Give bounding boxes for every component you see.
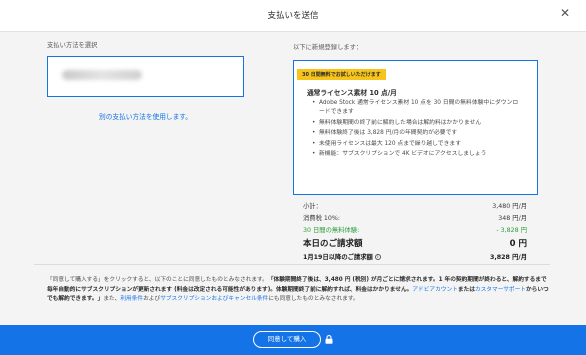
plan-feature: Adobe Stock 通常ライセンス素材 10 点を 30 日間の無料体験中に…: [312, 99, 522, 117]
payment-section-label: 支払い方法を選択: [47, 42, 98, 49]
plan-card[interactable]: 30 日間無料でお試しいただけます 通常ライセンス素材 10 点/月 Adobe…: [293, 60, 538, 195]
footer-bar: 同意して購入: [0, 325, 586, 355]
tax-label: 消費税 10%:: [303, 215, 341, 222]
customer-support-link[interactable]: カスタマーサポート: [475, 287, 526, 293]
terms-text-and: および: [143, 296, 161, 302]
future-label: 1月19日以降のご請求額: [303, 254, 373, 261]
saved-payment-method[interactable]: [47, 56, 244, 97]
tax-row: 消費税 10%: 348 円/月: [303, 213, 527, 224]
trial-label: 30 日間の無料体験:: [303, 227, 360, 234]
plan-feature: 無料体験期間の終了前に解約した場合は解約料はかかりません: [312, 119, 522, 128]
plan-feature: 未使用ライセンスは最大 120 点まで繰り越しできます: [312, 140, 522, 149]
plan-feature: 新機能：サブスクリプションで 4K ビデオにアクセスしましょう: [312, 150, 522, 159]
tax-value: 348 円/月: [498, 215, 527, 222]
dialog-header: 支払いを送信 ✕: [0, 0, 586, 32]
future-total-row: 1月19日以降のご請求額 i 3,828 円/月: [303, 252, 527, 263]
subscription-terms-link[interactable]: サブスクリプションおよびキャンセル条件: [160, 296, 268, 302]
lock-icon: [325, 335, 333, 344]
today-value: 0 円: [509, 239, 527, 249]
masked-card-info: [62, 70, 142, 80]
terms-text: 「同意して購入する」をクリックすると、以下のことに同意したものとみなされます。「…: [47, 276, 552, 305]
agree-and-purchase-button[interactable]: 同意して購入: [253, 331, 321, 348]
close-icon[interactable]: ✕: [560, 7, 570, 19]
trial-discount-row: 30 日間の無料体験: - 3,828 円: [303, 225, 527, 236]
terms-of-use-link[interactable]: 利用条件: [120, 296, 143, 302]
plan-name: 通常ライセンス素材 10 点/月: [307, 89, 397, 97]
future-value: 3,828 円/月: [489, 254, 527, 261]
today-label: 本日のご請求額: [303, 239, 363, 249]
terms-text-or: または: [457, 286, 475, 293]
plan-feature: 無料体験終了後は 3,828 円/月の年間契約が必要です: [312, 129, 522, 138]
adobe-account-link[interactable]: アドビアカウント: [412, 287, 458, 293]
divider: [34, 264, 550, 265]
dialog-title: 支払いを送信: [267, 11, 319, 21]
subtotal-row: 小計： 3,480 円/月: [303, 201, 527, 212]
terms-text-end: にも同意したものとみなされます。: [268, 296, 359, 302]
info-icon[interactable]: i: [374, 254, 381, 260]
today-total-row: 本日のご請求額 0 円: [303, 237, 527, 250]
subtotal-value: 3,480 円/月: [492, 203, 527, 210]
terms-text-also: また、: [103, 296, 121, 302]
trial-value: - 3,828 円: [496, 227, 527, 234]
use-other-payment-link[interactable]: 別の支払い方法を使用します。: [47, 111, 244, 121]
plan-section-label: 以下に新規登録します：: [293, 44, 363, 51]
terms-intro: 「同意して購入する」をクリックすると、以下のことに同意したものとみなされます。: [47, 277, 268, 283]
free-trial-badge: 30 日間無料でお試しいただけます: [297, 69, 386, 80]
plan-features: Adobe Stock 通常ライセンス素材 10 点を 30 日間の無料体験中に…: [312, 99, 522, 161]
subtotal-label: 小計：: [303, 203, 322, 210]
